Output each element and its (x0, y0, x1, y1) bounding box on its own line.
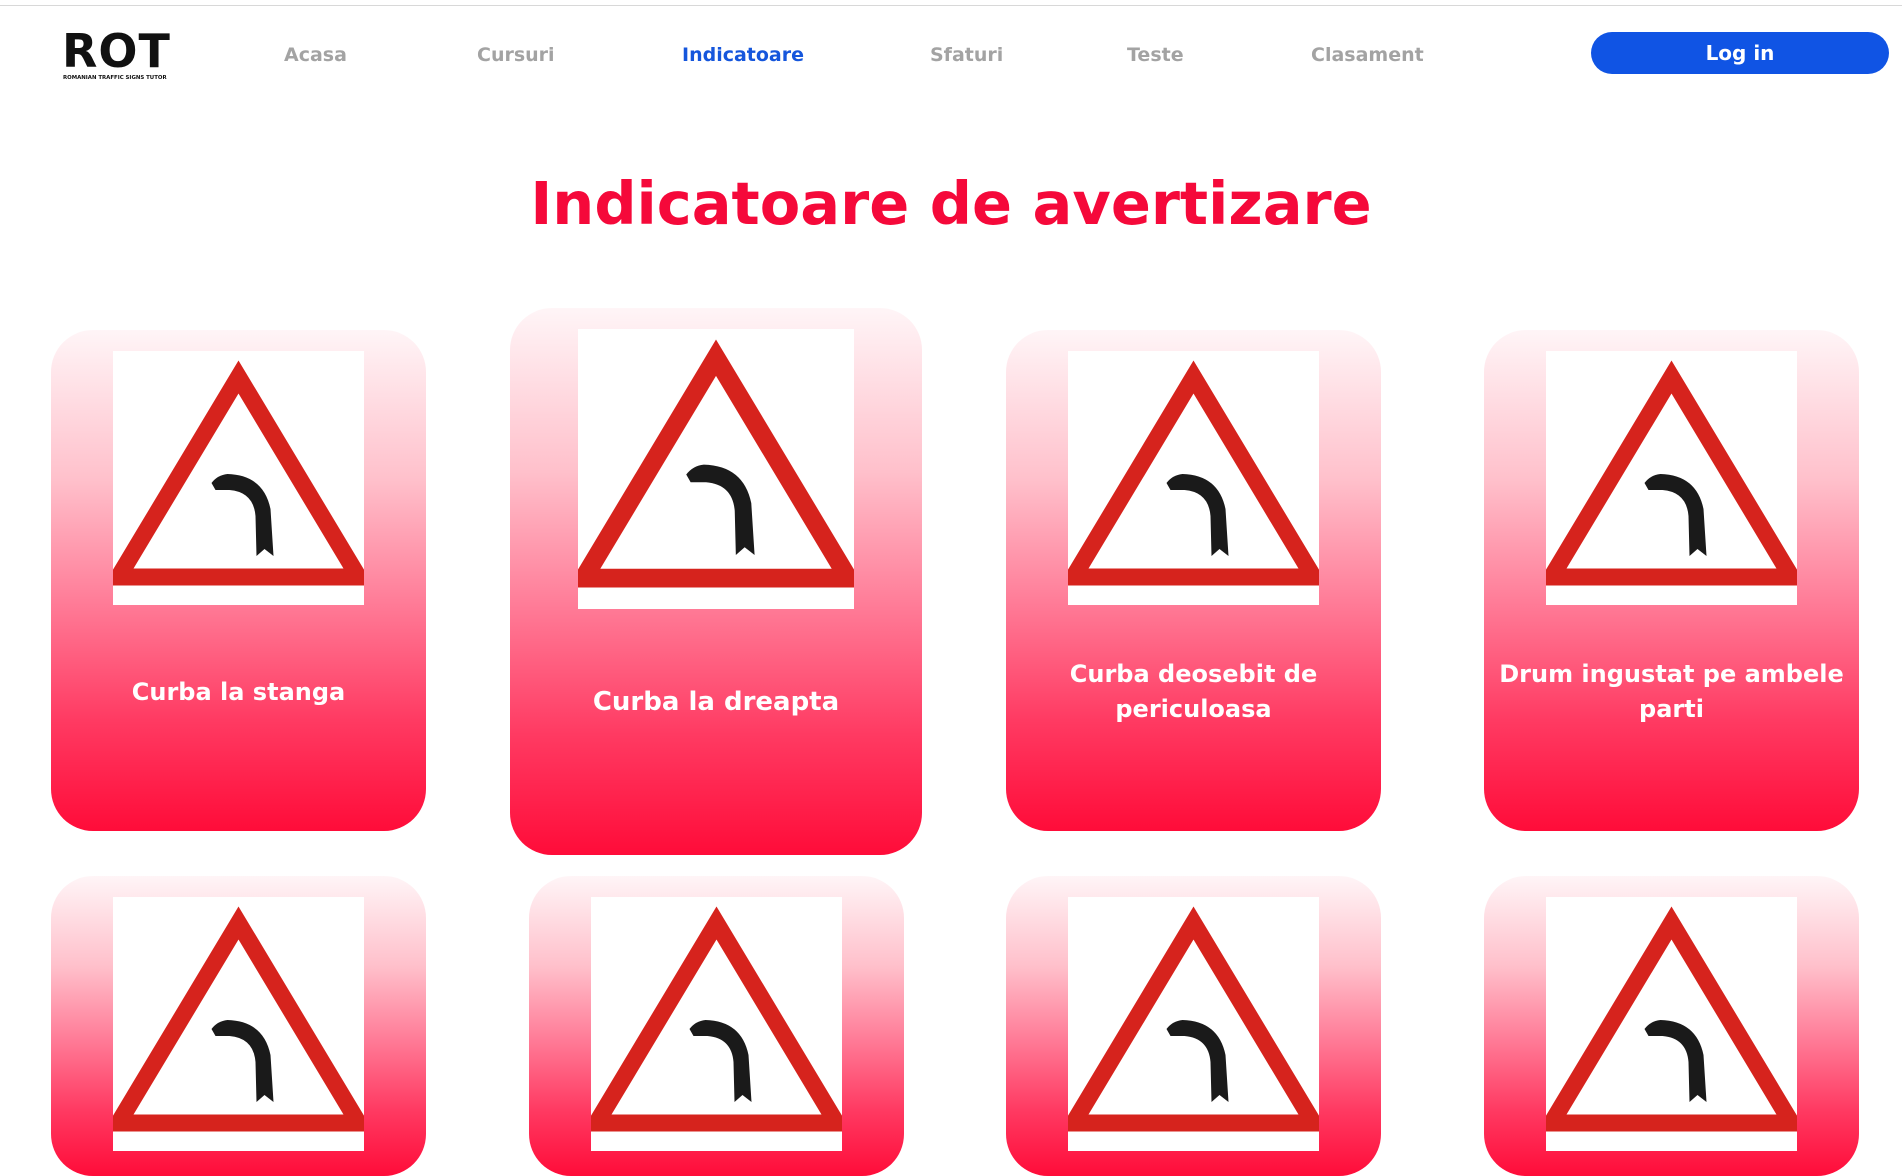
logo[interactable]: ROT ROMANIAN TRAFFIC SIGNS TUTOR (62, 28, 202, 84)
sign-card[interactable]: Curba deosebit de periculoasa (1006, 330, 1381, 831)
sign-card[interactable] (1006, 876, 1381, 1176)
sign-image (1546, 351, 1797, 605)
nav-item-acasa[interactable]: Acasa (284, 42, 347, 68)
sign-card[interactable] (51, 876, 426, 1176)
nav-item-cursuri[interactable]: Cursuri (477, 42, 555, 68)
logo-tagline: ROMANIAN TRAFFIC SIGNS TUTOR (63, 75, 167, 81)
sign-image (578, 329, 854, 609)
site-header: ROT ROMANIAN TRAFFIC SIGNS TUTOR Acasa C… (0, 6, 1902, 96)
warning-curve-sign-icon (1546, 351, 1797, 605)
sign-image (1546, 897, 1797, 1151)
warning-curve-sign-icon (578, 329, 854, 609)
warning-curve-sign-icon (1546, 897, 1797, 1151)
logo-word: ROT (62, 24, 171, 78)
sign-card[interactable]: Curba la dreapta (510, 308, 922, 855)
sign-card[interactable]: Drum ingustat pe ambele parti (1484, 330, 1859, 831)
card-label: Curba la dreapta (592, 687, 840, 717)
nav-item-sfaturi[interactable]: Sfaturi (930, 42, 1003, 68)
sign-card[interactable]: Curba la stanga (51, 330, 426, 831)
nav-item-indicatoare[interactable]: Indicatoare (682, 42, 804, 68)
card-label: Curba deosebit de periculoasa (1069, 660, 1318, 723)
sign-image (113, 351, 364, 605)
warning-curve-sign-icon (1068, 897, 1319, 1151)
page-title: Indicatoare de avertizare (530, 169, 1372, 238)
login-button[interactable]: Log in (1591, 32, 1889, 74)
sign-image (1068, 351, 1319, 605)
nav-item-teste[interactable]: Teste (1127, 42, 1184, 68)
warning-curve-sign-icon (113, 897, 364, 1151)
sign-card[interactable] (1484, 876, 1859, 1176)
card-label: Drum ingustat pe ambele parti (1499, 660, 1844, 723)
warning-curve-sign-icon (591, 897, 842, 1151)
sign-image (1068, 897, 1319, 1151)
sign-image (591, 897, 842, 1151)
card-label: Curba la stanga (131, 678, 346, 706)
sign-image (113, 897, 364, 1151)
warning-curve-sign-icon (1068, 351, 1319, 605)
sign-card[interactable] (529, 876, 904, 1176)
warning-curve-sign-icon (113, 351, 364, 605)
nav-item-clasament[interactable]: Clasament (1311, 42, 1424, 68)
